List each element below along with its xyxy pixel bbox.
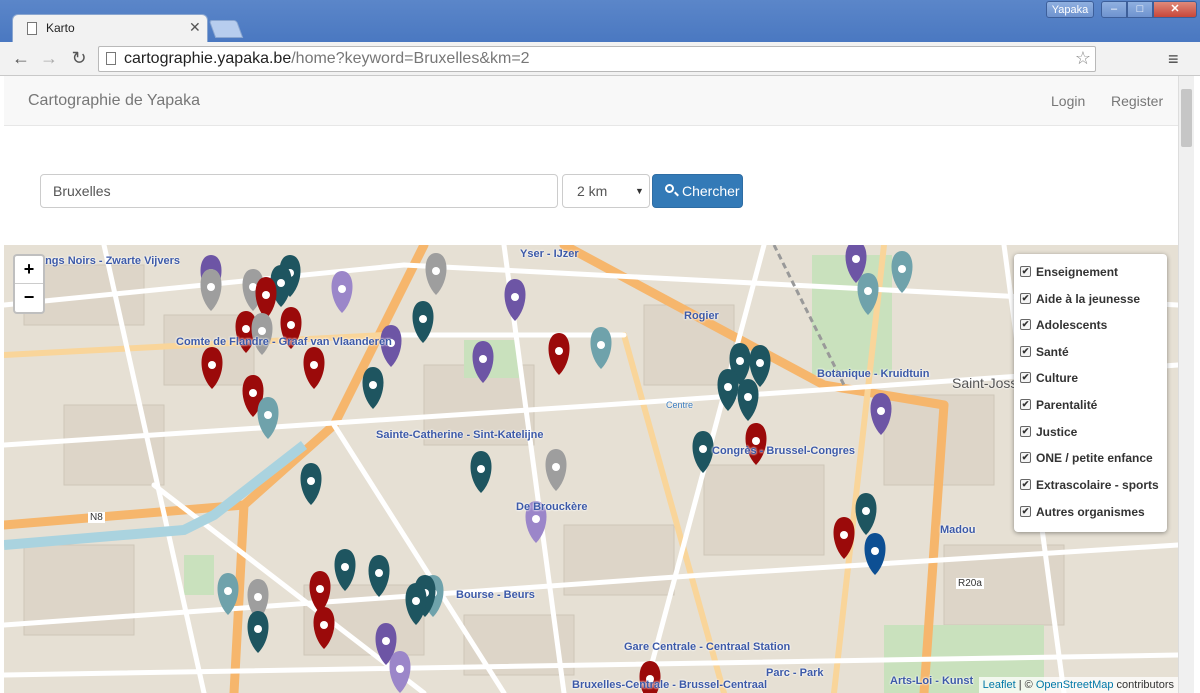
- browser-tab[interactable]: Karto ✕: [12, 14, 208, 42]
- map-label: De Brouckère: [516, 501, 588, 513]
- window-titlebar: Karto ✕ Yapaka ‒ □ ✕: [0, 0, 1200, 42]
- register-link[interactable]: Register: [1111, 93, 1163, 109]
- zoom-control: + −: [13, 254, 45, 314]
- checkbox-checked-icon[interactable]: ✔: [1020, 346, 1031, 357]
- url-text: cartographie.yapaka.be/home?keyword=Brux…: [124, 50, 530, 67]
- checkbox-checked-icon[interactable]: ✔: [1020, 399, 1031, 410]
- browser-menu-icon[interactable]: ≡: [1168, 49, 1179, 70]
- tab-title: Karto: [46, 21, 75, 35]
- search-button-label: Chercher: [682, 183, 740, 199]
- map-label: Madou: [940, 524, 976, 536]
- address-bar[interactable]: cartographie.yapaka.be/home?keyword=Brux…: [98, 46, 1096, 72]
- forward-icon[interactable]: →: [38, 48, 60, 70]
- map-label: Bourse - Beurs: [456, 589, 535, 601]
- map-label: Yser - IJzer: [520, 248, 579, 260]
- map-label: Rogier: [684, 310, 719, 322]
- map-attribution: Leaflet | © OpenStreetMap contributors: [978, 677, 1178, 693]
- page-icon: [106, 52, 116, 65]
- category-filter: ✔ Enseignement ✔ Aide à la jeunesse ✔ Adole…: [1014, 254, 1167, 532]
- checkbox-checked-icon[interactable]: ✔: [1020, 479, 1031, 490]
- map-tiles: [4, 245, 1178, 693]
- page-icon: [27, 22, 37, 35]
- map-label: R20a: [956, 578, 984, 589]
- checkbox-checked-icon[interactable]: ✔: [1020, 293, 1031, 304]
- reload-icon[interactable]: ↻: [68, 48, 90, 70]
- search-input[interactable]: [40, 174, 558, 208]
- profile-button[interactable]: Yapaka: [1046, 1, 1094, 18]
- scrollbar-thumb[interactable]: [1181, 89, 1192, 147]
- new-tab-button[interactable]: [208, 20, 244, 38]
- search-icon: [665, 184, 674, 193]
- map-label: Sainte-Catherine - Sint-Katelijne: [376, 429, 544, 441]
- map-label: Arts-Loi - Kunst: [890, 675, 974, 687]
- login-link[interactable]: Login: [1051, 93, 1085, 109]
- zoom-out-button[interactable]: −: [15, 284, 43, 312]
- chevron-down-icon: ▼: [635, 186, 644, 196]
- map-label: Parc - Park: [766, 667, 824, 679]
- checkbox-checked-icon[interactable]: ✔: [1020, 372, 1031, 383]
- map-label: Centre: [666, 400, 694, 410]
- page-viewport: Cartographie de Yapaka Login Register 2 …: [0, 76, 1200, 693]
- site-brand[interactable]: Cartographie de Yapaka: [28, 92, 200, 110]
- map-label: N8: [88, 512, 105, 523]
- site-navbar: Cartographie de Yapaka Login Register: [4, 76, 1178, 126]
- map-label: Botanique - Kruidtuin: [817, 368, 930, 380]
- osm-link[interactable]: OpenStreetMap: [1036, 679, 1114, 691]
- bookmark-star-icon[interactable]: ☆: [1075, 48, 1091, 69]
- close-window-button[interactable]: ✕: [1153, 1, 1197, 18]
- checkbox-checked-icon[interactable]: ✔: [1020, 266, 1031, 277]
- map[interactable]: Yser - IJzer Rogier Botanique - Kruidtui…: [4, 245, 1178, 693]
- minimize-button[interactable]: ‒: [1101, 1, 1127, 18]
- map-label: Comte de Flandre - Graaf van Vlaanderen: [176, 336, 392, 348]
- leaflet-link[interactable]: Leaflet: [983, 679, 1016, 691]
- zoom-in-button[interactable]: +: [15, 256, 43, 284]
- map-label: Saint-Josse - Sint-Joost: [952, 375, 1014, 391]
- distance-value: 2 km: [577, 183, 608, 199]
- distance-select[interactable]: 2 km ▼: [562, 174, 650, 208]
- checkbox-checked-icon[interactable]: ✔: [1020, 506, 1031, 517]
- search-button[interactable]: Chercher: [652, 174, 743, 208]
- browser-toolbar: ← → ↻ cartographie.yapaka.be/home?keywor…: [0, 42, 1200, 76]
- checkbox-checked-icon[interactable]: ✔: [1020, 319, 1031, 330]
- tab-close-icon[interactable]: ✕: [189, 19, 201, 36]
- back-icon[interactable]: ←: [10, 48, 32, 70]
- map-label: Gare Centrale - Centraal Station: [624, 641, 791, 653]
- checkbox-checked-icon[interactable]: ✔: [1020, 452, 1031, 463]
- map-label: Congrès - Brussel-Congres: [712, 445, 856, 457]
- checkbox-checked-icon[interactable]: ✔: [1020, 426, 1031, 437]
- map-label: Bruxelles-Centrale - Brussel-Centraal: [572, 679, 768, 691]
- maximize-button[interactable]: □: [1127, 1, 1153, 18]
- page-scrollbar[interactable]: [1178, 76, 1194, 693]
